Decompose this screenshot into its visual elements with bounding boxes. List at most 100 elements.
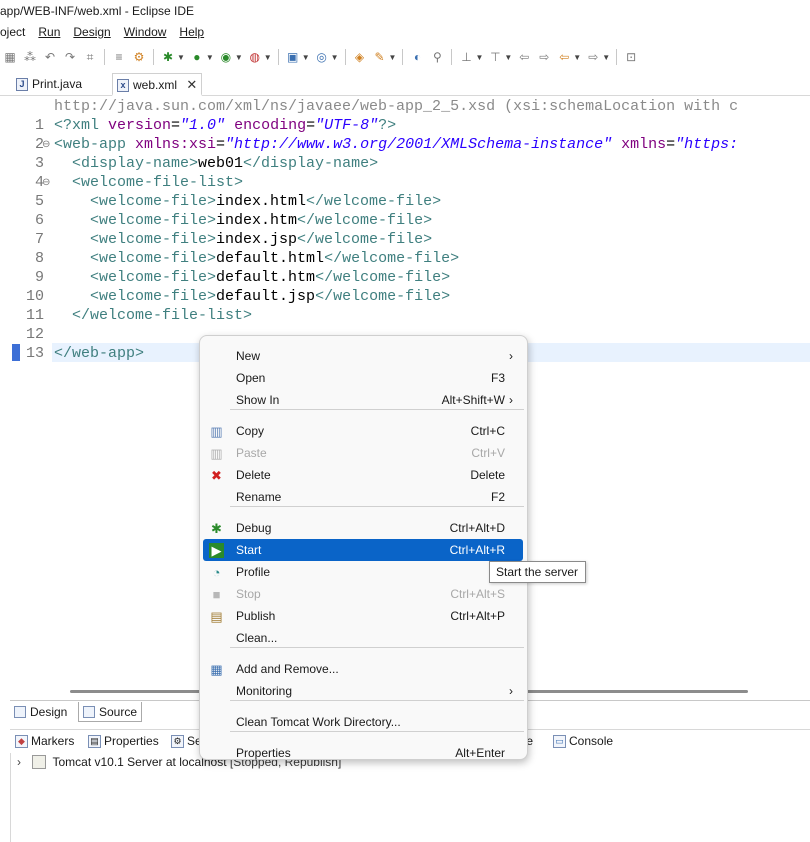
redo-icon[interactable]: ↷ xyxy=(62,49,78,65)
menu-item-label: Monitoring xyxy=(236,684,293,698)
external-tools-icon[interactable]: ◍ xyxy=(247,49,263,65)
tab-design[interactable]: Design xyxy=(10,702,74,722)
code-line[interactable]: <welcome-file>index.htm</welcome-file> xyxy=(54,211,432,230)
chevron-down-icon[interactable]: ▼ xyxy=(602,53,610,62)
format-icon[interactable]: ≡ xyxy=(111,49,127,65)
menu-project[interactable]: oject xyxy=(0,22,25,43)
fold-toggle-icon[interactable]: ⊖ xyxy=(42,135,50,154)
chevron-down-icon[interactable]: ▼ xyxy=(389,53,397,62)
tab-console[interactable]: ▭ Console xyxy=(550,730,613,753)
tab-source[interactable]: Source xyxy=(78,702,142,722)
menu-help[interactable]: Help xyxy=(179,22,204,43)
code-line[interactable]: <welcome-file>default.htm</welcome-file> xyxy=(54,268,450,287)
code-line[interactable]: <display-name>web01</display-name> xyxy=(54,154,378,173)
design-icon xyxy=(14,706,26,718)
next-annotation-icon[interactable]: ✎ xyxy=(372,49,388,65)
chevron-right-icon: › xyxy=(509,349,513,363)
line-number: 13 xyxy=(25,345,44,362)
tab-print-java[interactable]: J Print.java xyxy=(12,73,104,96)
menu-item-shortcut: Ctrl+Alt+S xyxy=(450,587,505,601)
menu-item-copy[interactable]: ▥ Copy Ctrl+C xyxy=(203,420,523,442)
code-line[interactable]: <welcome-file-list> xyxy=(54,173,243,192)
forward-icon[interactable]: ⇨ xyxy=(536,49,552,65)
forward-nav-icon[interactable]: ⇨ xyxy=(585,49,601,65)
menu-item-open[interactable]: Open F3 xyxy=(203,367,523,389)
toggle-icon[interactable]: ⌗ xyxy=(82,49,98,65)
menu-window[interactable]: Window xyxy=(124,22,167,43)
run-icon[interactable]: ● xyxy=(189,49,205,65)
open-perspective-icon[interactable]: ⊡ xyxy=(623,49,639,65)
code-line[interactable]: <welcome-file>index.html</welcome-file> xyxy=(54,192,441,211)
back-nav-icon[interactable]: ⇦ xyxy=(556,49,572,65)
menu-item-paste[interactable]: ▥ Paste Ctrl+V xyxy=(203,442,523,464)
menu-item-delete[interactable]: ✖ Delete Delete xyxy=(203,464,523,486)
chevron-down-icon[interactable]: ▼ xyxy=(331,53,339,62)
tab-properties[interactable]: ▤ Properties xyxy=(85,730,159,753)
menu-item-properties[interactable]: Properties Alt+Enter xyxy=(203,742,523,764)
search-icon[interactable]: ◈ xyxy=(352,49,368,65)
code-token: = xyxy=(306,117,316,134)
menu-item-clean-tomcat-work-directory[interactable]: Clean Tomcat Work Directory... xyxy=(203,711,523,733)
close-icon[interactable]: ✕ xyxy=(186,77,197,92)
menubar: oject Run Design Window Help xyxy=(0,22,810,43)
code-line[interactable]: <welcome-file>default.html</welcome-file… xyxy=(54,249,459,268)
menu-item-clean[interactable]: Clean... xyxy=(203,627,523,649)
back-icon[interactable]: ⇦ xyxy=(516,49,532,65)
prev-annotation-icon[interactable]: ◐ xyxy=(409,49,425,65)
next-icon[interactable]: ⊤ xyxy=(487,49,503,65)
tab-markers[interactable]: ◆ Markers xyxy=(12,730,74,753)
markers-icon: ◆ xyxy=(15,735,28,748)
code-line[interactable]: <web-app xmlns:xsi="http://www.w3.org/20… xyxy=(54,135,738,154)
code-token: <display-name> xyxy=(54,155,199,172)
menu-item-monitoring[interactable]: Monitoring › xyxy=(203,680,523,702)
toolbar-separator xyxy=(402,49,404,65)
menu-item-profile[interactable]: ◔ Profile xyxy=(203,561,523,583)
menu-item-rename[interactable]: Rename F2 xyxy=(203,486,523,508)
menu-item-debug[interactable]: ✱ Debug Ctrl+Alt+D xyxy=(203,517,523,539)
tab-web-xml[interactable]: x web.xml ✕ xyxy=(112,73,202,96)
tab-label: Console xyxy=(569,734,614,748)
tab-label: Properties xyxy=(104,734,159,748)
undo-icon[interactable]: ↶ xyxy=(42,49,58,65)
code-line[interactable]: <welcome-file>default.jsp</welcome-file> xyxy=(54,287,450,306)
code-line[interactable]: <welcome-file>index.jsp</welcome-file> xyxy=(54,230,432,249)
code-token: "1.0" xyxy=(180,117,226,134)
build-icon[interactable]: ⚙ xyxy=(131,49,147,65)
chevron-down-icon[interactable]: ▼ xyxy=(206,53,214,62)
menu-item-shortcut: Ctrl+Alt+P xyxy=(450,609,505,623)
menu-item-publish[interactable]: ▤ Publish Ctrl+Alt+P xyxy=(203,605,523,627)
chevron-down-icon[interactable]: ▼ xyxy=(264,53,272,62)
chevron-down-icon[interactable]: ▼ xyxy=(573,53,581,62)
delete-icon: ✖ xyxy=(211,468,222,483)
chevron-down-icon[interactable]: ▼ xyxy=(504,53,512,62)
code-token: default.htm xyxy=(216,269,316,286)
new-server-icon[interactable]: ▣ xyxy=(285,49,301,65)
code-line[interactable]: </web-app> xyxy=(54,344,144,363)
menu-item-label: Paste xyxy=(236,446,267,460)
schema-hint: http://java.sun.com/xml/ns/javaee/web-ap… xyxy=(54,98,739,115)
menu-item-add-and-remove[interactable]: ▦ Add and Remove... xyxy=(203,658,523,680)
chevron-down-icon[interactable]: ▼ xyxy=(475,53,483,62)
code-line[interactable]: <?xml version="1.0" encoding="UTF-8"?> xyxy=(54,116,396,135)
last-edit-icon[interactable]: ⚲ xyxy=(429,49,445,65)
menu-run[interactable]: Run xyxy=(38,22,60,43)
menu-item-new[interactable]: New › xyxy=(203,345,523,367)
menu-item-show-in[interactable]: Show In Alt+Shift+W › xyxy=(203,389,523,411)
chevron-down-icon[interactable]: ▼ xyxy=(302,53,310,62)
tab-servers[interactable]: ⚙ Se xyxy=(168,730,202,753)
open-type-icon[interactable]: ◎ xyxy=(314,49,330,65)
chevron-down-icon[interactable]: ▼ xyxy=(235,53,243,62)
new-icon[interactable]: ⁂ xyxy=(22,49,38,65)
coverage-icon[interactable]: ◉ xyxy=(218,49,234,65)
fold-toggle-icon[interactable]: ⊖ xyxy=(42,173,50,192)
servers-icon: ⚙ xyxy=(171,735,184,748)
menu-item-start[interactable]: ▶ Start Ctrl+Alt+R xyxy=(203,539,523,561)
menu-design[interactable]: Design xyxy=(73,22,110,43)
chevron-right-icon[interactable]: › xyxy=(17,753,29,771)
debug-icon[interactable]: ✱ xyxy=(160,49,176,65)
save-all-icon[interactable]: ▦ xyxy=(2,49,18,65)
pin-icon[interactable]: ⊥ xyxy=(458,49,474,65)
chevron-down-icon[interactable]: ▼ xyxy=(177,53,185,62)
menu-item-stop[interactable]: ■ Stop Ctrl+Alt+S xyxy=(203,583,523,605)
code-line[interactable]: </welcome-file-list> xyxy=(54,306,252,325)
